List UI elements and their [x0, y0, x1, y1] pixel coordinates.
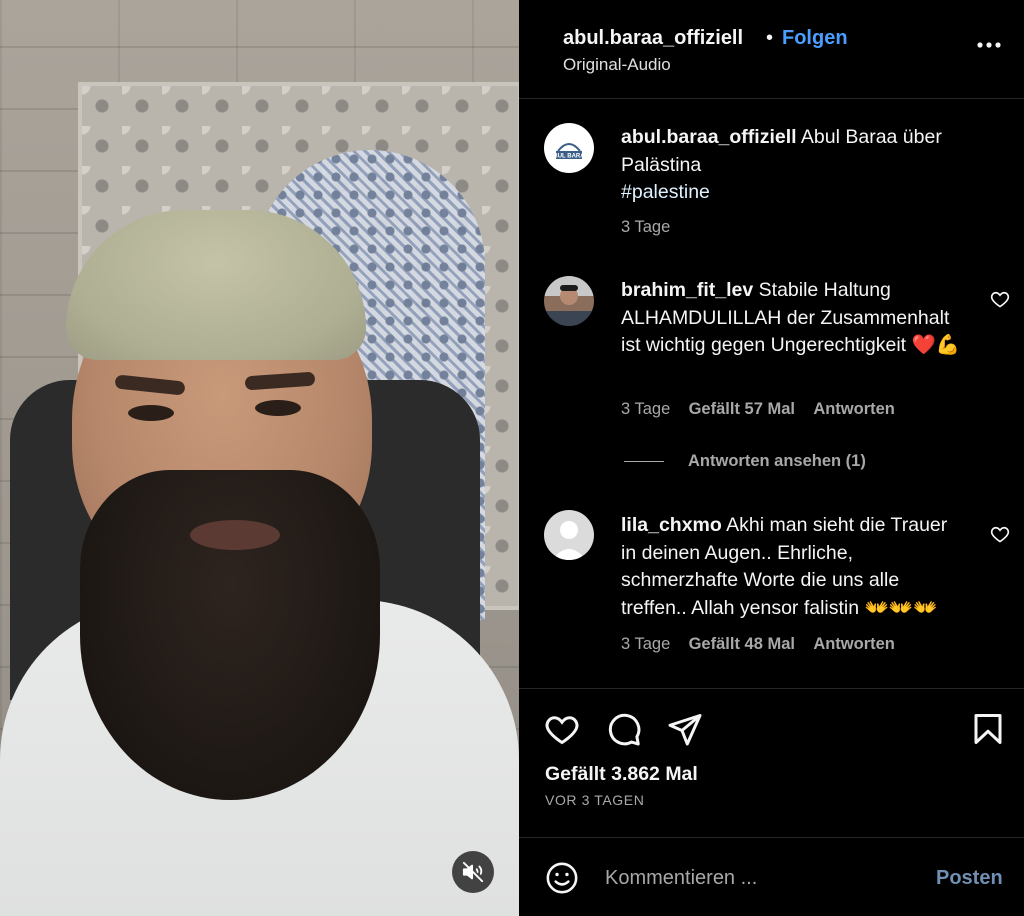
svg-text:ABUL BARAA: ABUL BARAA — [549, 154, 590, 160]
comment-like-heart-icon[interactable] — [990, 289, 1010, 309]
speaker-muted-icon — [462, 861, 484, 883]
abul-baraa-logo-icon: ABUL BARAA — [549, 143, 590, 160]
comment-meta: 3 Tage Gefällt 57 Mal Antworten — [621, 400, 895, 419]
post-comment-button[interactable]: Posten — [936, 867, 1003, 890]
share-paper-plane-icon[interactable] — [667, 711, 703, 747]
user-photo-icon — [552, 285, 586, 326]
audio-label[interactable]: Original-Audio — [563, 55, 671, 75]
comment-text: lila_chxmo Akhi man sieht die Trauer in … — [621, 512, 966, 622]
post-header: abul.baraa_offiziell • Folgen Original-A… — [519, 0, 1024, 99]
follow-button[interactable]: Folgen — [782, 27, 848, 50]
caption-username[interactable]: abul.baraa_offiziell — [621, 126, 797, 148]
caption-avatar[interactable]: ABUL BARAA — [544, 123, 594, 173]
video-person-eye-left — [128, 405, 174, 421]
comment-like-heart-icon[interactable] — [990, 524, 1010, 544]
comment-likes[interactable]: Gefällt 48 Mal — [689, 635, 795, 653]
comment-bubble-icon[interactable] — [606, 711, 642, 747]
comment-avatar[interactable] — [544, 276, 594, 326]
video-person-mouth — [190, 520, 280, 550]
comment-username[interactable]: lila_chxmo — [621, 514, 722, 536]
view-replies-button[interactable]: Antworten ansehen (1) — [624, 452, 866, 471]
video-player[interactable] — [0, 0, 519, 916]
comment-avatar[interactable] — [544, 510, 594, 560]
like-heart-icon[interactable] — [544, 711, 580, 747]
comment-meta: 3 Tage Gefällt 48 Mal Antworten — [621, 635, 895, 654]
comment-time: 3 Tage — [621, 400, 671, 418]
comment-likes[interactable]: Gefällt 57 Mal — [689, 400, 795, 418]
caption-hashtag[interactable]: #palestine — [621, 181, 710, 203]
comment-text: brahim_fit_lev Stabile Haltung ALHAMDULI… — [621, 277, 966, 360]
post-date: VOR 3 TAGEN — [545, 792, 645, 808]
header-separator: • — [766, 27, 774, 49]
comment-reply-button[interactable]: Antworten — [813, 400, 895, 418]
post-likes-count[interactable]: Gefällt 3.862 Mal — [545, 763, 698, 786]
caption-text: abul.baraa_offiziell Abul Baraa über Pal… — [621, 124, 1001, 207]
emoji-icon[interactable] — [545, 861, 579, 895]
mute-button[interactable] — [452, 851, 494, 893]
save-bookmark-icon[interactable] — [970, 711, 1006, 747]
comment-input[interactable] — [605, 863, 915, 893]
comment-username[interactable]: brahim_fit_lev — [621, 279, 753, 301]
more-horizontal-icon[interactable] — [976, 35, 1002, 55]
comment-time: 3 Tage — [621, 635, 671, 653]
post-actions: Gefällt 3.862 Mal VOR 3 TAGEN — [519, 688, 1024, 838]
view-replies-label: Antworten ansehen (1) — [688, 452, 866, 470]
replies-divider — [624, 461, 664, 462]
video-person-cap — [66, 210, 366, 360]
video-person-eye-right — [255, 400, 301, 416]
caption-time: 3 Tage — [621, 218, 671, 236]
comment-reply-button[interactable]: Antworten — [813, 635, 895, 653]
video-person — [0, 0, 519, 916]
comment-input-row: Posten — [519, 837, 1024, 916]
post-panel: abul.baraa_offiziell • Folgen Original-A… — [519, 0, 1024, 916]
header-username[interactable]: abul.baraa_offiziell — [563, 27, 743, 50]
default-user-icon — [552, 521, 586, 560]
